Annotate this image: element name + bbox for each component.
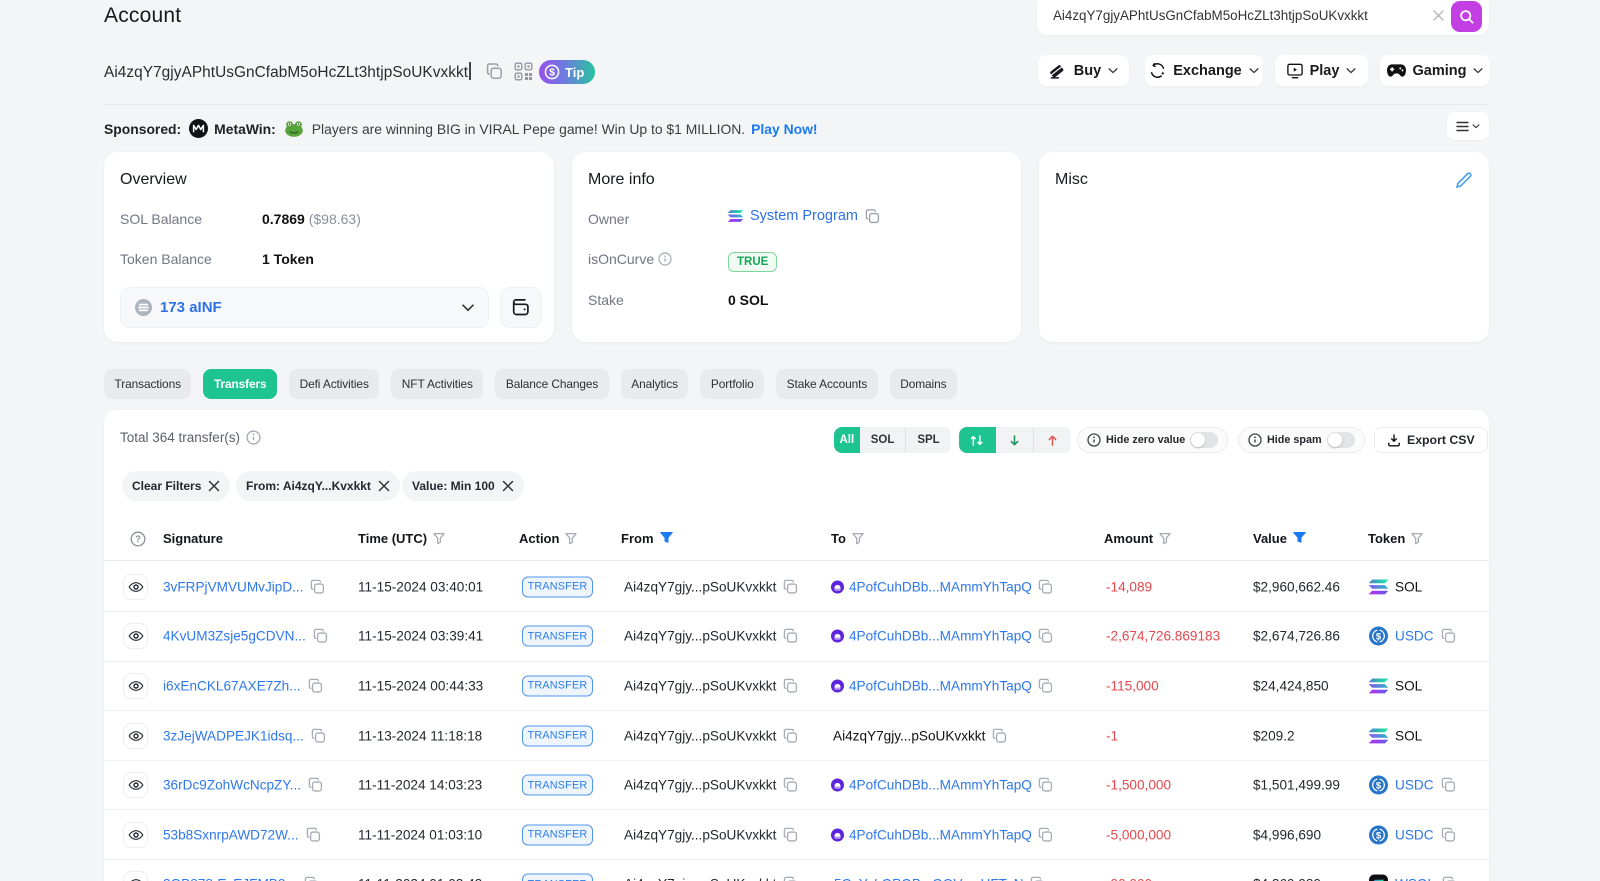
svg-text:$: $ xyxy=(1376,781,1382,792)
svg-text:$: $ xyxy=(1376,830,1382,841)
svg-text:$: $ xyxy=(549,67,555,79)
svg-text:$: $ xyxy=(1376,632,1382,643)
svg-text:?: ? xyxy=(135,534,141,544)
